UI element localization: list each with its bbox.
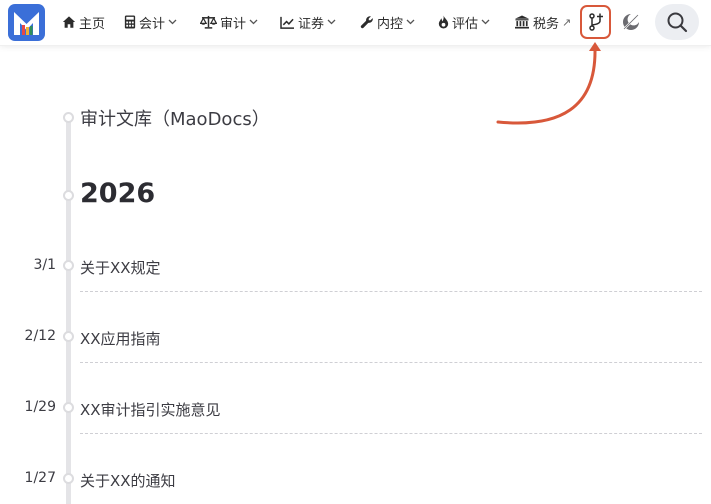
nav-valuation-label: 评估 (452, 16, 479, 32)
nav-internal-control[interactable]: 内控 (360, 0, 415, 44)
nav-valuation[interactable]: 评估 (438, 0, 490, 44)
timeline-dot (63, 331, 74, 342)
chart-line-icon (280, 16, 295, 29)
timeline-dot (63, 190, 74, 201)
nav-tax-label: 税务 (533, 16, 560, 32)
post-date: 1/27 (24, 470, 56, 486)
chevron-down-icon (327, 19, 336, 25)
nav-securities[interactable]: 证券 (280, 0, 336, 44)
annotation-arrow (496, 42, 601, 125)
post-date: 1/29 (24, 399, 56, 415)
git-branch-button[interactable] (580, 5, 611, 39)
search-icon (666, 11, 688, 33)
chevron-down-icon (168, 19, 177, 25)
top-navbar: 主页 会计 审计 证券 内控 评估 税务 ↗ (0, 0, 711, 46)
post-date: 3/1 (33, 257, 56, 273)
chevron-down-icon (406, 19, 415, 25)
post-date: 2/12 (24, 328, 56, 344)
timeline-dot (63, 260, 74, 271)
home-icon (62, 15, 76, 29)
nav-accounting[interactable]: 会计 (124, 0, 177, 44)
fire-icon (438, 15, 449, 29)
post-divider (80, 291, 702, 292)
post-link[interactable]: XX审计指引实施意见 (80, 399, 221, 420)
year-heading: 2026 (80, 178, 156, 209)
wrench-icon (360, 15, 374, 29)
nav-audit-label: 审计 (220, 16, 247, 32)
timeline-dot (63, 112, 74, 123)
post-link[interactable]: 关于XX的通知 (80, 470, 176, 491)
calculator-icon (124, 15, 136, 29)
nav-accounting-label: 会计 (139, 16, 166, 32)
nav-home[interactable]: 主页 (62, 0, 105, 44)
chevron-down-icon (481, 19, 490, 25)
site-title: 审计文库（MaoDocs） (80, 109, 270, 130)
scale-icon (200, 15, 217, 29)
theme-icon (621, 12, 641, 32)
post-link[interactable]: XX应用指南 (80, 328, 161, 349)
timeline-line (66, 118, 71, 504)
nav-tax[interactable]: 税务 ↗ (514, 0, 571, 44)
chevron-down-icon (249, 19, 258, 25)
bank-icon (514, 15, 530, 29)
post-link[interactable]: 关于XX规定 (80, 257, 161, 278)
nav-audit[interactable]: 审计 (200, 0, 258, 44)
theme-toggle-button[interactable] (620, 10, 642, 34)
nav-securities-label: 证券 (298, 16, 325, 32)
maodocs-logo[interactable] (8, 4, 45, 41)
post-divider (80, 362, 702, 363)
timeline-dot (63, 473, 74, 484)
timeline-dot (63, 402, 74, 413)
git-branch-icon (588, 13, 604, 31)
nav-home-label: 主页 (79, 16, 106, 32)
search-button[interactable] (655, 4, 699, 40)
post-divider (80, 433, 702, 434)
external-link-icon: ↗ (562, 15, 572, 29)
nav-internal-control-label: 内控 (377, 16, 404, 32)
